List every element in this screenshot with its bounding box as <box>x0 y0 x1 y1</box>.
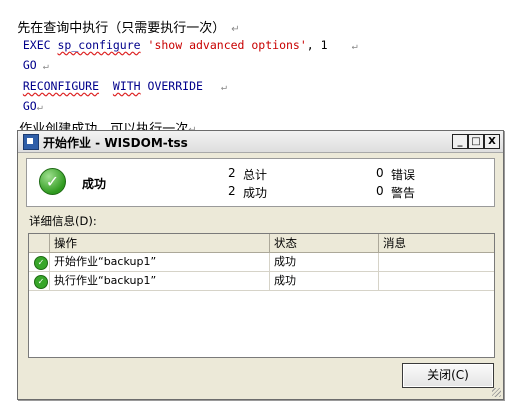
details-label: 详细信息(D): <box>29 214 97 228</box>
row-icon-cell: ✓ <box>29 253 50 271</box>
row-action: 开始作业“backup1” <box>50 253 270 271</box>
error-count: 0 <box>376 166 384 180</box>
table-header-icon-column <box>29 234 50 252</box>
proc-name: sp_configure <box>57 38 141 52</box>
string-argument: 'show advanced options' <box>147 38 307 52</box>
with-keyword: WITH <box>112 79 141 93</box>
column-header-message[interactable]: 消息 <box>379 234 494 252</box>
warning-label: 警告 <box>391 186 416 200</box>
summary-status: 成功 <box>82 177 107 191</box>
dialog-title: 开始作业 - WISDOM-tss <box>43 136 188 150</box>
row-message <box>379 253 494 271</box>
success-label: 成功 <box>243 186 268 200</box>
column-header-status[interactable]: 状态 <box>270 234 379 252</box>
row-message <box>379 272 494 290</box>
close-window-button[interactable]: X <box>484 134 500 149</box>
table-row[interactable]: ✓ 开始作业“backup1” 成功 <box>29 253 494 272</box>
row-action: 执行作业“backup1” <box>50 272 270 290</box>
start-job-dialog: 开始作业 - WISDOM-tss _ □ X ✓ 成功 2 总计 2 成功 0… <box>17 130 504 400</box>
details-table: 操作 状态 消息 ✓ 开始作业“backup1” 成功 ✓ 执行作业“backu… <box>28 233 495 358</box>
maximize-button[interactable]: □ <box>468 134 484 149</box>
column-header-action[interactable]: 操作 <box>50 234 270 252</box>
success-check-icon: ✓ <box>34 275 48 289</box>
numeric-argument: , 1 <box>306 38 328 52</box>
success-check-icon: ✓ <box>34 256 48 270</box>
table-header-row: 操作 状态 消息 <box>29 234 494 253</box>
total-count: 2 <box>228 166 236 180</box>
table-row[interactable]: ✓ 执行作业“backup1” 成功 <box>29 272 494 291</box>
success-check-icon: ✓ <box>39 168 66 195</box>
error-label: 错误 <box>391 168 416 182</box>
row-status: 成功 <box>270 272 379 290</box>
row-icon-cell: ✓ <box>29 272 50 290</box>
paragraph-mark-icon: ↵ <box>351 41 358 52</box>
total-label: 总计 <box>243 168 268 182</box>
resize-grip-icon[interactable] <box>492 388 501 397</box>
override-keyword: OVERRIDE <box>147 79 203 93</box>
minimize-button[interactable]: _ <box>452 134 468 149</box>
app-icon <box>23 134 39 150</box>
code-line-exec: EXEC sp_configure 'show advanced options… <box>9 24 358 52</box>
success-count: 2 <box>228 184 236 198</box>
warning-count: 0 <box>376 184 384 198</box>
paragraph-mark-icon: ↵ <box>220 82 227 93</box>
dialog-titlebar[interactable]: 开始作业 - WISDOM-tss _ □ X <box>18 131 503 153</box>
row-status: 成功 <box>270 253 379 271</box>
close-button[interactable]: 关闭(C) <box>402 363 494 388</box>
summary-panel: ✓ 成功 2 总计 2 成功 0 错误 0 警告 <box>26 158 495 207</box>
